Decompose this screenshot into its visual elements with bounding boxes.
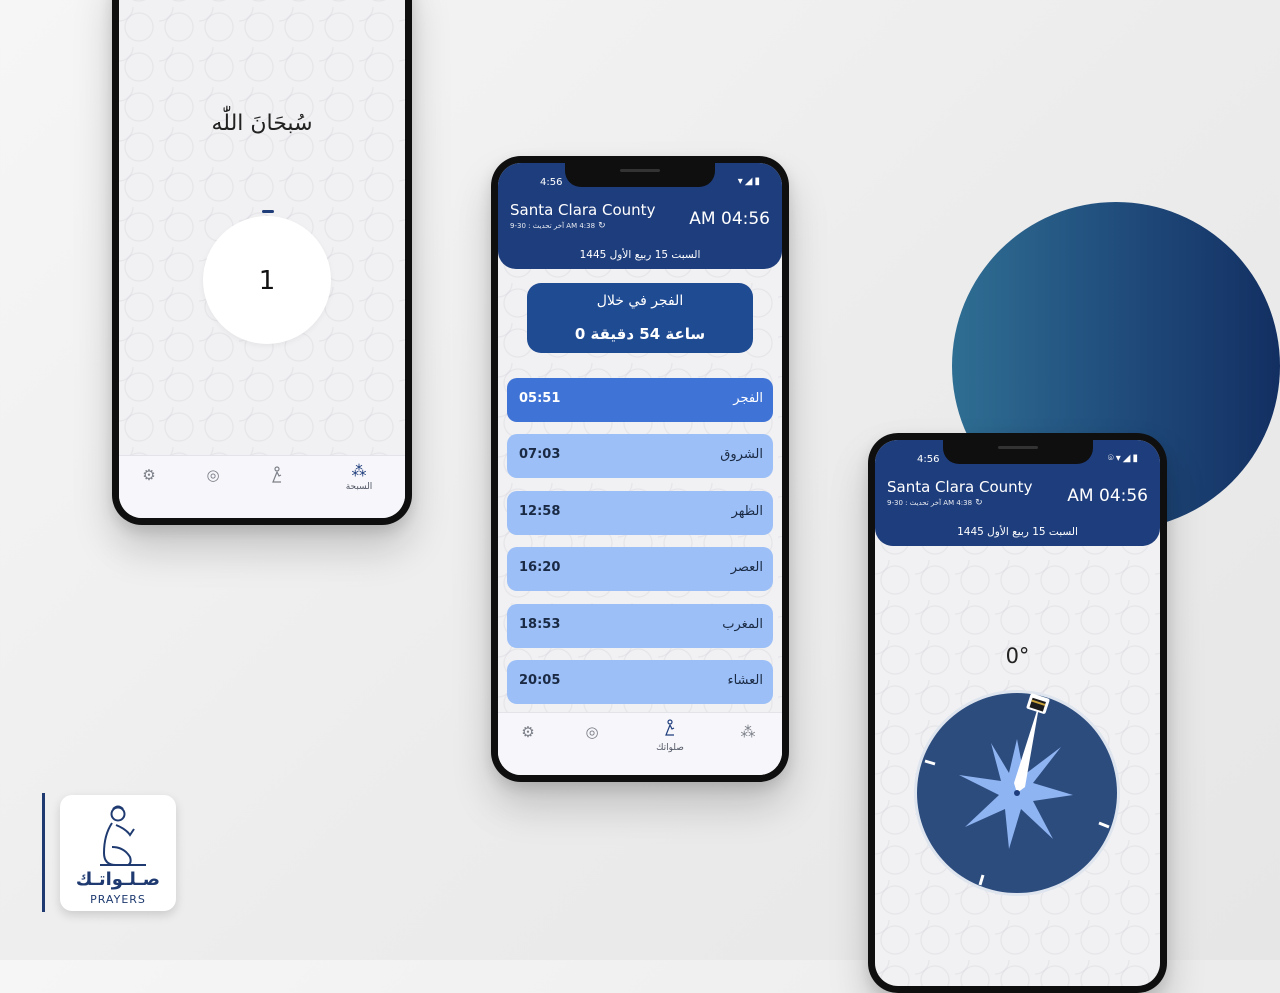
phone-tasbih: سُبحَانَ اللّٰه 1 ⚙ ◎ ⁂ السبحة (112, 0, 412, 525)
status-icons: ▾◢▮ (737, 176, 762, 187)
phone-prayer-times: 4:56 ▾◢▮ Santa Clara County آخر تحديث : … (491, 156, 789, 782)
status-time: 4:56 (917, 454, 940, 465)
city-name: Santa Clara County (887, 478, 1033, 496)
hijri-date: السبت 15 ربيع الأول 1445 (579, 249, 701, 261)
prayer-name: العشاء (727, 673, 763, 688)
prayer-time: 18:53 (519, 617, 561, 632)
nav-prayers[interactable] (247, 466, 307, 488)
refresh-icon[interactable]: ↻ (598, 221, 606, 231)
counter-progress-mark (262, 210, 274, 213)
logo-arabic-text: صـلـواتـك (75, 869, 161, 890)
gear-icon: ⚙ (142, 466, 156, 484)
dhikr-text: سُبحَانَ اللّٰه (211, 111, 313, 136)
phone-notch (942, 440, 1093, 464)
prayer-row-dhuhr[interactable]: 12:58 الظهر (507, 491, 773, 535)
last-update[interactable]: آخر تحديث : 30-9 AM 4:38 ↻ (887, 498, 983, 508)
next-prayer-label: الفجر في خلال (596, 293, 684, 309)
prayer-time: 16:20 (519, 560, 561, 575)
prayer-row-sunrise[interactable]: 07:03 الشروق (507, 434, 773, 478)
prayer-time: 12:58 (519, 504, 561, 519)
next-prayer-remaining: 0 ساعة 54 دقيقة (574, 325, 706, 343)
prayer-time: 07:03 (519, 447, 561, 462)
prayer-time: 20:05 (519, 673, 561, 688)
hijri-date: السبت 15 ربيع الأول 1445 (957, 526, 1078, 538)
prayer-row-asr[interactable]: 16:20 العصر (507, 547, 773, 591)
praying-person-icon (100, 805, 146, 866)
status-icons: ⌾▾◢▮ (1107, 453, 1140, 464)
qibla-compass (913, 689, 1121, 901)
tasbih-counter-button[interactable]: 1 (203, 210, 331, 344)
logo-divider (42, 793, 45, 912)
nav-tasbih[interactable]: ⁂ السبحة (329, 462, 389, 492)
refresh-icon[interactable]: ↻ (975, 498, 983, 508)
current-time: AM 04:56 (1067, 486, 1148, 506)
prayer-name: المغرب (722, 617, 763, 632)
last-update-text: آخر تحديث : 30-9 AM 4:38 (510, 222, 596, 230)
next-prayer-card: الفجر في خلال 0 ساعة 54 دقيقة (527, 283, 753, 353)
prayer-row-fajr[interactable]: 05:51 الفجر (507, 378, 773, 422)
phone-qibla: 4:56 ⌾▾◢▮ Santa Clara County آخر تحديث :… (868, 433, 1167, 993)
qibla-screen: 4:56 ⌾▾◢▮ Santa Clara County آخر تحديث :… (875, 440, 1160, 986)
bottom-nav: ⚙ ◎ ⁂ السبحة (119, 455, 405, 518)
nav-qibla[interactable]: ◎ (183, 466, 243, 484)
prayer-name: الفجر (733, 391, 763, 406)
current-time: AM 04:56 (689, 209, 770, 229)
logo-english-text: PRAYERS (90, 893, 146, 906)
nav-prayers[interactable]: صلواتك (640, 719, 700, 753)
prayer-name: الشروق (720, 447, 763, 462)
prayer-time: 05:51 (519, 391, 561, 406)
nav-prayers-label: صلواتك (656, 743, 684, 753)
app-logo: صـلـواتـك PRAYERS (60, 795, 176, 911)
status-time: 4:56 (540, 177, 563, 188)
prayer-beads-icon: ⁂ (740, 723, 756, 741)
city-name: Santa Clara County (510, 201, 656, 219)
nav-tasbih-label: السبحة (345, 482, 373, 492)
prayer-row-isha[interactable]: 20:05 العشاء (507, 660, 773, 704)
last-update-text: آخر تحديث : 30-9 AM 4:38 (887, 499, 973, 507)
prayer-beads-icon: ⁂ (351, 462, 367, 480)
prayer-name: العصر (730, 560, 763, 575)
prayer-times-screen: 4:56 ▾◢▮ Santa Clara County آخر تحديث : … (498, 163, 782, 775)
nav-settings[interactable]: ⚙ (498, 723, 558, 741)
compass-icon: ◎ (206, 466, 220, 484)
tasbih-screen: سُبحَانَ اللّٰه 1 ⚙ ◎ ⁂ السبحة (119, 0, 405, 518)
tasbih-count: 1 (258, 266, 276, 296)
praying-person-icon (272, 466, 282, 483)
nav-settings[interactable]: ⚙ (119, 466, 179, 484)
qibla-degrees: 0° (1005, 644, 1030, 668)
praying-person-icon (665, 719, 675, 736)
bottom-nav: ⚙ ◎ صلواتك ⁂ (498, 712, 782, 775)
nav-qibla[interactable]: ◎ (562, 723, 622, 741)
phone-notch (565, 163, 715, 187)
gear-icon: ⚙ (521, 723, 535, 741)
compass-icon: ◎ (585, 723, 599, 741)
prayer-name: الظهر (731, 504, 763, 519)
prayer-row-maghrib[interactable]: 18:53 المغرب (507, 604, 773, 648)
nav-tasbih[interactable]: ⁂ (718, 723, 778, 741)
last-update[interactable]: آخر تحديث : 30-9 AM 4:38 ↻ (510, 221, 606, 231)
